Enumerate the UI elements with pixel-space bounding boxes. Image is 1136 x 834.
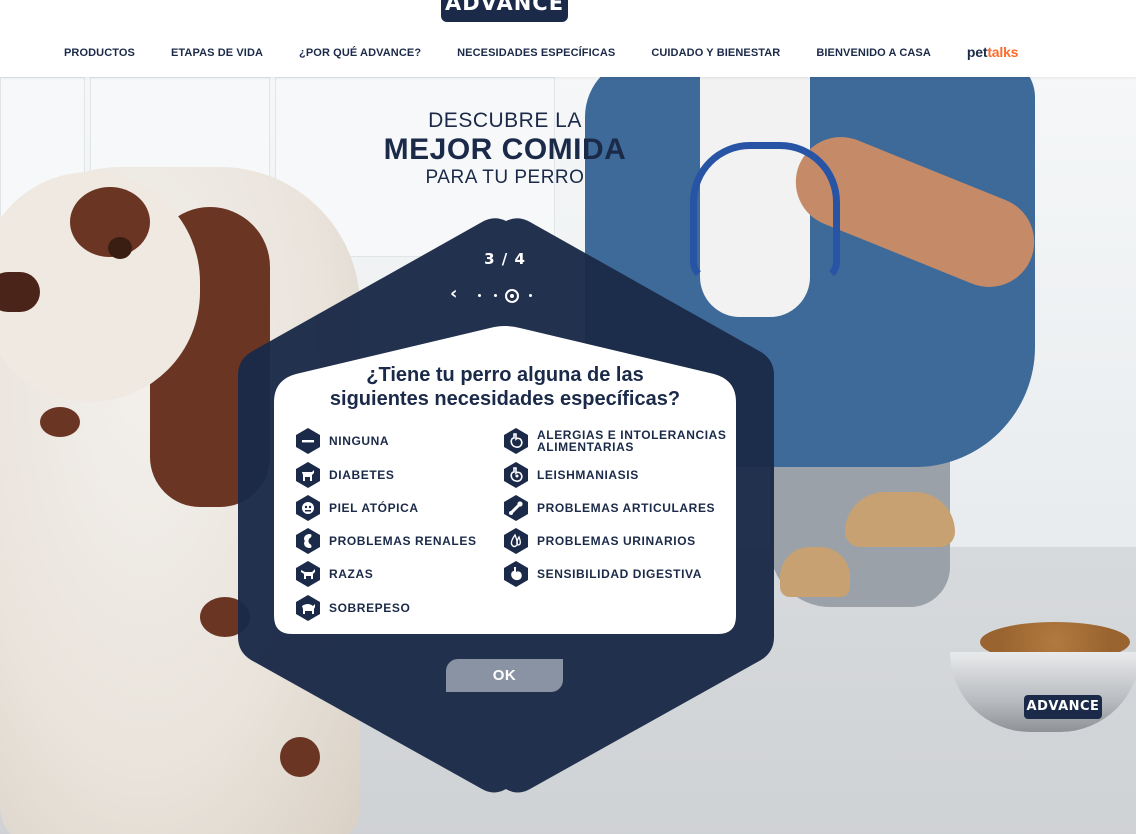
option-label: LEISHMANIASIS (537, 468, 639, 482)
option-diabetes[interactable]: DIABETES (295, 461, 394, 489)
option-label: PROBLEMAS ARTICULARES (537, 501, 716, 515)
headline-line3: PARA TU PERRO (425, 167, 585, 188)
quiz-question: ¿Tiene tu perro alguna de las siguientes… (300, 363, 710, 411)
option-problemas-urinarios[interactable]: PROBLEMAS URINARIOS (503, 527, 696, 555)
hero-headline: DESCUBRE LA MEJOR COMIDA PARA TU PERRO (350, 109, 660, 189)
option-label: DIABETES (329, 468, 395, 482)
headline-line1: DESCUBRE LA (428, 109, 582, 132)
pettalks-pet: pet (966, 44, 988, 60)
quiz-pager: ‹ (450, 284, 550, 306)
stomach-allergy-icon (503, 427, 529, 455)
minus-icon (295, 427, 321, 455)
leishmaniasis-icon (503, 461, 529, 489)
option-label: SOBREPESO (329, 601, 411, 615)
advance-logo[interactable]: ADVANCE (441, 0, 568, 22)
option-alergias-intolerancias[interactable]: ALERGIAS E INTOLERANCIAS ALIMENTARIAS (503, 427, 727, 455)
main-nav: PRODUCTOS ETAPAS DE VIDA ¿POR QUÉ ADVANC… (64, 44, 1054, 60)
question-line1: ¿Tiene tu perro alguna de las (366, 364, 644, 386)
nav-bienvenido-a-casa[interactable]: BIENVENIDO A CASA (816, 47, 931, 60)
option-piel-atopica[interactable]: PIEL ATÓPICA (295, 494, 419, 522)
option-razas[interactable]: RAZAS (295, 560, 373, 588)
option-label-line2: ALIMENTARIAS (537, 440, 634, 454)
option-label: PIEL ATÓPICA (329, 501, 419, 515)
pettalks-talks: talks (987, 44, 1019, 60)
quiz-options: NINGUNA DIABETES PIEL ATÓPICA PROBLEMAS … (295, 427, 735, 627)
digestive-icon (503, 560, 529, 588)
question-line2: siguientes necesidades específicas? (329, 388, 681, 410)
option-leishmaniasis[interactable]: LEISHMANIASIS (503, 461, 639, 489)
nav-por-que-advance[interactable]: ¿POR QUÉ ADVANCE? (299, 47, 421, 60)
dog-nose (0, 272, 40, 312)
chevron-left-icon[interactable]: ‹ (450, 284, 457, 304)
option-label: PROBLEMAS RENALES (329, 534, 477, 548)
option-sensibilidad-digestiva[interactable]: SENSIBILIDAD DIGESTIVA (503, 560, 702, 588)
headline-line2: MEJOR COMIDA (383, 133, 627, 166)
dog-diabetes-icon (295, 461, 321, 489)
pager-dot-active[interactable] (505, 289, 519, 303)
option-label: RAZAS (329, 567, 374, 581)
dog-eye (108, 237, 132, 259)
nav-cuidado-y-bienestar[interactable]: CUIDADO Y BIENESTAR (651, 47, 780, 60)
nav-productos[interactable]: PRODUCTOS (64, 47, 135, 60)
option-problemas-articulares[interactable]: PROBLEMAS ARTICULARES (503, 494, 715, 522)
pager-dot[interactable] (478, 294, 481, 297)
quiz-step-counter: 3 / 4 (484, 250, 526, 268)
nav-etapas-de-vida[interactable]: ETAPAS DE VIDA (171, 47, 263, 60)
bowl-advance-label: ADVANCE (1024, 695, 1102, 719)
atopic-skin-icon (295, 494, 321, 522)
joint-icon (503, 494, 529, 522)
urinary-icon (503, 527, 529, 555)
pager-dot[interactable] (529, 294, 532, 297)
option-label: PROBLEMAS URINARIOS (537, 534, 696, 548)
shoe (780, 547, 850, 597)
option-problemas-renales[interactable]: PROBLEMAS RENALES (295, 527, 477, 555)
dog-breed-icon (295, 560, 321, 588)
site-header: ADVANCE PRODUCTOS ETAPAS DE VIDA ¿POR QU… (0, 0, 1136, 77)
nav-necesidades-especificas[interactable]: NECESIDADES ESPECÍFICAS (457, 47, 615, 60)
dog-spot (40, 407, 80, 437)
ok-button[interactable]: OK (446, 659, 563, 692)
option-label: ALERGIAS E INTOLERANCIAS ALIMENTARIAS (537, 429, 727, 453)
option-label: NINGUNA (329, 434, 390, 448)
option-sobrepeso[interactable]: SOBREPESO (295, 594, 410, 622)
option-label: SENSIBILIDAD DIGESTIVA (537, 567, 702, 581)
kidney-icon (295, 527, 321, 555)
nav-pettalks-logo[interactable]: pettalks (966, 44, 1019, 60)
pager-dot[interactable] (494, 294, 497, 297)
option-ninguna[interactable]: NINGUNA (295, 427, 389, 455)
shoe (845, 492, 955, 547)
overweight-icon (295, 594, 321, 622)
